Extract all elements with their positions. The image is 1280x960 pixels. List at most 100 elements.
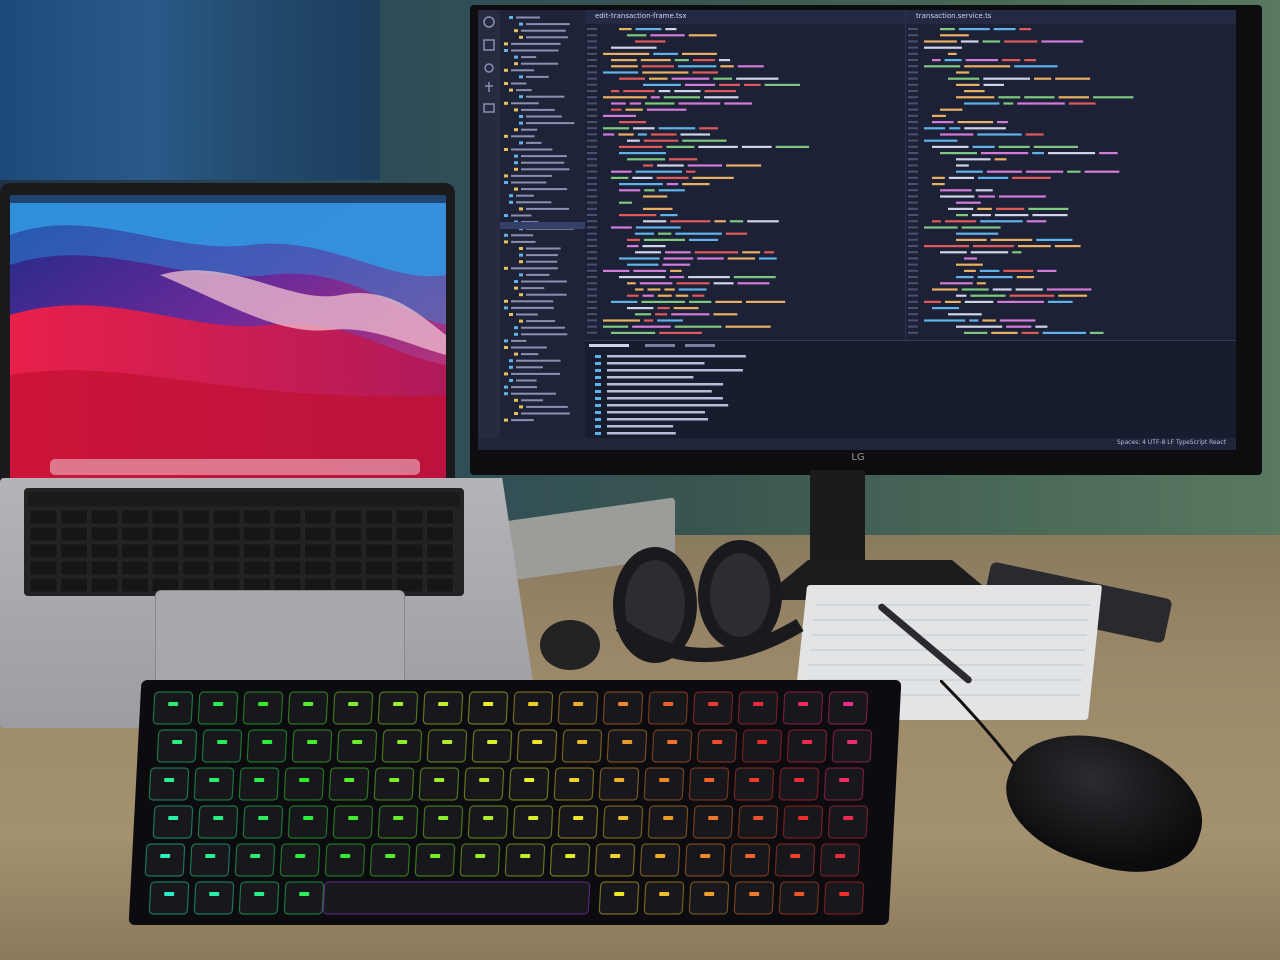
key-glow [205, 854, 216, 858]
laptop-key [121, 509, 149, 525]
code-token [964, 90, 985, 93]
code-token [1058, 294, 1088, 297]
file-icon [514, 128, 518, 132]
line-number [587, 139, 597, 142]
code-token [623, 90, 655, 93]
code-token [704, 96, 739, 99]
key-glow [569, 778, 580, 782]
code-token [958, 28, 990, 31]
file-icon [519, 405, 523, 409]
code-token [670, 220, 711, 223]
code-token [994, 214, 1029, 217]
file-icon [504, 385, 508, 389]
code-token [684, 83, 716, 86]
code-token [635, 226, 681, 229]
code-token [742, 251, 761, 254]
code-token [676, 282, 710, 285]
file-name [521, 399, 544, 402]
line-number [587, 300, 597, 303]
laptop-key [121, 577, 149, 593]
line-number [908, 251, 918, 254]
editor-pane-right[interactable]: transaction.service.ts [905, 10, 1236, 340]
line-number [908, 28, 918, 30]
line-number [587, 176, 597, 179]
code-token [956, 170, 983, 173]
code-token [633, 127, 655, 130]
tab-transaction-service[interactable]: transaction.service.ts [916, 12, 991, 20]
code-token [956, 71, 970, 74]
keycap [328, 767, 370, 801]
code-token [692, 71, 718, 74]
key-glow [299, 778, 310, 782]
keycap [643, 767, 685, 801]
key-glow [483, 702, 494, 706]
line-number [587, 52, 597, 55]
tab-edit-transaction[interactable]: edit-transaction-frame.tsx [595, 12, 687, 20]
line-number [908, 325, 918, 328]
editor-tab-bar-right[interactable]: transaction.service.ts [906, 10, 1236, 24]
code-token [961, 288, 989, 291]
laptop-key [60, 509, 88, 525]
keycap [647, 805, 689, 839]
editor-file-explorer[interactable] [500, 10, 585, 440]
keycap [827, 805, 869, 839]
code-token [976, 282, 986, 285]
code-token [657, 319, 683, 322]
code-token [956, 238, 987, 241]
editor-pane-left[interactable]: edit-transaction-frame.tsx [585, 10, 905, 340]
file-icon [504, 306, 508, 310]
code-token [1025, 170, 1064, 173]
code-token [674, 59, 689, 62]
file-icon [514, 187, 518, 191]
laptop-key [182, 526, 210, 542]
code-token [1041, 40, 1084, 43]
code-token [978, 195, 995, 198]
code-token [924, 40, 957, 43]
code-token [977, 133, 1022, 136]
code-token [970, 251, 1009, 254]
key-glow [393, 816, 404, 820]
file-icon [519, 293, 523, 297]
keycap [426, 729, 468, 763]
code-token [666, 183, 679, 186]
code-token [692, 59, 715, 62]
key-glow [442, 740, 453, 744]
key-glow [708, 702, 719, 706]
keycap [193, 881, 235, 915]
editor-problems-panel[interactable] [585, 340, 1236, 441]
code-token [1093, 96, 1134, 99]
code-token [924, 127, 946, 130]
headphones [613, 540, 804, 663]
file-icon [504, 42, 508, 46]
key-glow [839, 778, 850, 782]
file-icon [504, 240, 508, 244]
laptop-key [151, 526, 180, 542]
code-token [642, 245, 666, 248]
code-token [688, 238, 719, 241]
line-number [587, 102, 597, 105]
code-token [944, 300, 961, 303]
file-name [511, 42, 561, 45]
keycap [512, 691, 554, 725]
line-number [587, 282, 597, 285]
key-glow [393, 702, 404, 706]
file-name [516, 366, 543, 369]
laptop-key [29, 509, 58, 525]
laptop-key [182, 560, 210, 576]
key-glow [385, 854, 396, 858]
code-token [635, 251, 661, 254]
line-number [587, 276, 597, 278]
key-glow [479, 778, 490, 782]
editor-tab-bar-left[interactable]: edit-transaction-frame.tsx [585, 10, 905, 24]
file-icon [514, 154, 518, 158]
keycap [692, 691, 734, 725]
key-glow [663, 702, 674, 706]
keycap [336, 729, 378, 763]
file-name [511, 267, 558, 270]
code-token [611, 176, 629, 179]
key-glow [172, 740, 183, 744]
keycap [557, 805, 599, 839]
panel-tab [645, 344, 675, 347]
line-number [587, 269, 597, 272]
line-number [587, 257, 597, 260]
